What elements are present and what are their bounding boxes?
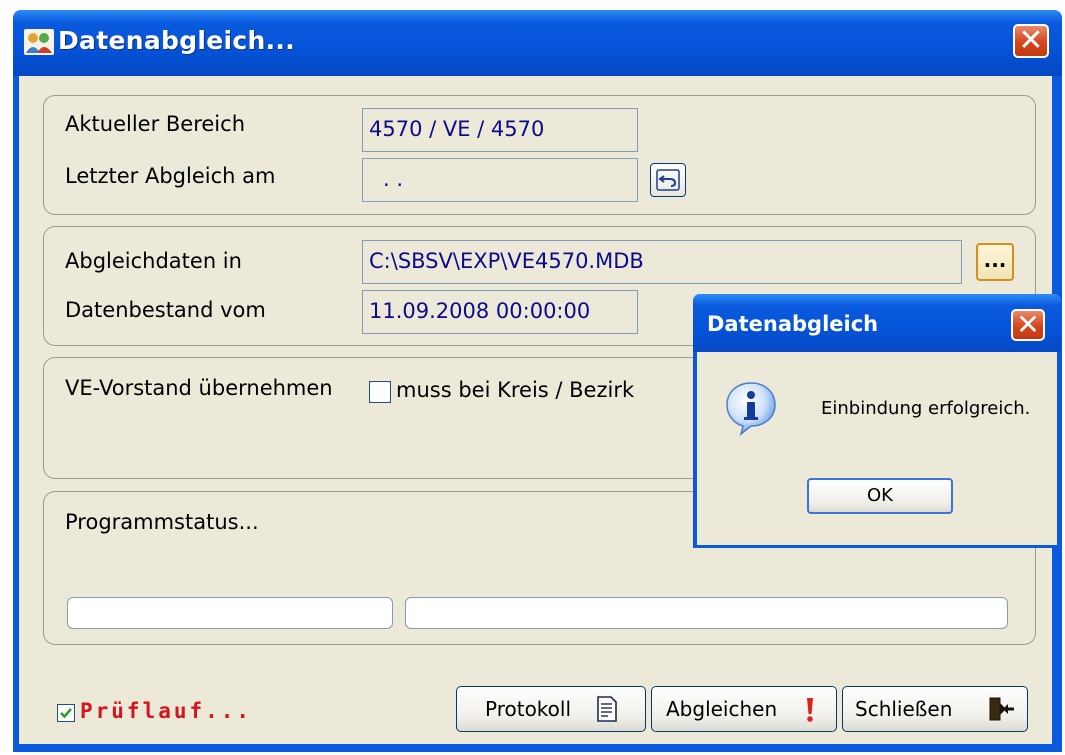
info-icon — [726, 382, 776, 436]
label-sync-data-path: Abgleichdaten in — [65, 249, 242, 273]
dialog-title: Datenabgleich — [707, 312, 879, 336]
close-button[interactable]: Schließen — [842, 686, 1028, 732]
browse-button[interactable]: ... — [976, 243, 1014, 281]
label-data-date: Datenbestand vom — [65, 298, 266, 322]
synchronize-button[interactable]: Abgleichen — [651, 686, 837, 732]
exclamation-icon — [807, 698, 813, 722]
reset-button[interactable] — [650, 163, 686, 197]
synchronize-button-label: Abgleichen — [666, 697, 778, 721]
close-icon: ✕ — [1018, 23, 1044, 58]
ok-button-label: OK — [867, 485, 893, 506]
document-icon — [597, 696, 617, 722]
close-icon: ✕ — [1016, 308, 1040, 341]
dialog-title-bar[interactable]: Datenabgleich ✕ — [693, 294, 1061, 352]
protocol-button-label: Protokoll — [485, 697, 572, 721]
progress-bar-primary — [67, 597, 393, 629]
label-last-sync: Letzter Abgleich am — [65, 164, 276, 188]
protocol-button[interactable]: Protokoll — [456, 686, 646, 732]
browse-ellipsis-label: ... — [983, 248, 1007, 272]
window-title: Datenabgleich... — [58, 26, 295, 55]
label-current-area: Aktueller Bereich — [65, 112, 245, 136]
sync-data-path-field[interactable]: C:\SBSV\EXP\VE4570.MDB — [362, 240, 962, 284]
users-app-icon — [24, 29, 54, 55]
dialog-close-button[interactable]: ✕ — [1011, 309, 1045, 341]
window-close-button[interactable]: ✕ — [1013, 24, 1049, 58]
current-area-field[interactable]: 4570 / VE / 4570 — [362, 108, 638, 152]
district-checkbox-label: muss bei Kreis / Bezirk — [396, 378, 635, 402]
checkmark-icon — [60, 708, 72, 719]
exit-door-icon — [989, 697, 1014, 721]
trial-run-checkbox[interactable] — [57, 704, 75, 722]
label-board-adopt: VE-Vorstand übernehmen — [65, 376, 333, 400]
trial-run-label: Prüflauf... — [80, 699, 253, 723]
data-date-field[interactable]: 11.09.2008 00:00:00 — [362, 290, 638, 334]
last-sync-field[interactable]: . . — [362, 158, 638, 202]
district-checkbox[interactable] — [369, 381, 391, 403]
ok-button[interactable]: OK — [807, 478, 953, 514]
undo-arrow-icon — [656, 169, 680, 191]
close-button-label: Schließen — [855, 697, 953, 721]
title-bar[interactable]: Datenabgleich... ✕ — [13, 10, 1062, 76]
dialog-message: Einbindung erfolgreich. — [821, 398, 1031, 419]
progress-bar-secondary — [405, 597, 1008, 629]
message-dialog: Datenabgleich ✕ Einbindung erfolgreich. … — [693, 294, 1061, 548]
label-program-status: Programmstatus... — [65, 510, 259, 534]
dialog-body: Einbindung erfolgreich. OK — [697, 352, 1057, 545]
